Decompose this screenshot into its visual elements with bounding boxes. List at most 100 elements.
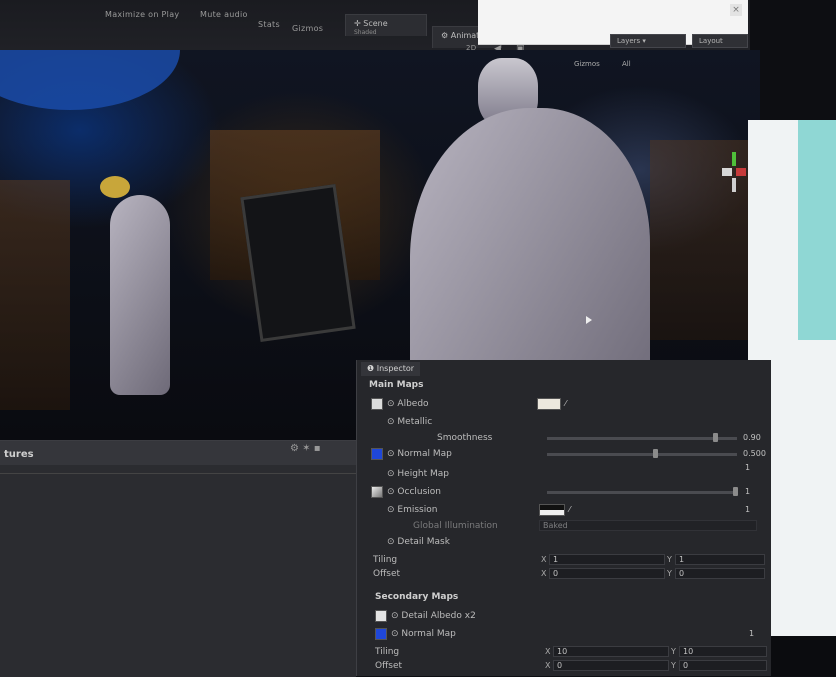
occlusion-value[interactable]: 1 [745,487,750,496]
occlusion-slider-track[interactable] [547,491,737,494]
global-illumination-label: Global Illumination [413,521,498,531]
external-window-image [798,120,836,340]
main-maps-heading: Main Maps [369,380,424,390]
scene-gizmos-dropdown[interactable]: Gizmos [574,60,600,68]
smoothness-label: Smoothness [437,433,493,443]
layout-dropdown[interactable]: Layout [692,34,748,48]
smoothness-row: Smoothness 0.90 [357,430,771,446]
normal-map-texture-slot[interactable] [371,448,383,460]
offset-y-label: Y [667,569,672,578]
height-map-label: ⊙ Height Map [387,469,450,479]
emission-label: ⊙ Emission [387,505,438,515]
project-panel: tures ⚙ ✶ ▪ [0,440,356,677]
secondary-tiling-x-field[interactable] [553,646,669,657]
tab-scene-label: Scene [363,19,388,28]
info-icon: ❶ [367,364,377,373]
tab-inspector-label: Inspector [376,364,415,373]
offset-y-field[interactable] [675,568,765,579]
offset-row: Offset X 0 Y 0 [357,566,771,582]
tiling-label: Tiling [373,555,398,565]
tiling-y-label: Y [667,555,672,564]
animator-icon: ⚙ [441,31,451,40]
secondary-offset-y-field[interactable] [679,660,767,671]
smoothness-slider-handle[interactable] [713,433,718,442]
occlusion-slider-handle[interactable] [733,487,738,496]
gizmo-y-axis [732,152,736,166]
left-wall-shelf [0,180,70,410]
secondary-tiling-x-value: 10 [557,647,568,656]
project-divider [0,473,356,474]
detail-mask-row: ⊙ Detail Mask [357,534,771,550]
gizmo-neg-axis [732,178,736,192]
occlusion-row: ⊙ Occlusion 1 [357,484,771,500]
secondary-tiling-label: Tiling [375,647,400,657]
star-icon[interactable]: ✶ [302,443,310,454]
metallic-label: ⊙ Metallic [387,417,433,427]
secondary-normal-map-texture-slot[interactable] [375,628,387,640]
normal-map-label: ⊙ Normal Map [387,449,452,459]
tiling-x-field[interactable] [549,554,665,565]
albedo-texture-slot[interactable] [371,398,383,410]
albedo-color-picker[interactable] [537,398,561,410]
secondary-tiling-x-label: X [545,647,551,656]
layers-dropdown[interactable]: Layers ▾ [610,34,686,48]
smoothness-value[interactable]: 0.90 [743,433,761,442]
tiling-y-value: 1 [679,555,685,564]
secondary-normal-map-label: ⊙ Normal Map [391,629,456,639]
detail-albedo-row: ⊙ Detail Albedo x2 [357,608,771,624]
secondary-maps-heading: Secondary Maps [375,592,459,602]
secondary-normal-map-row: ⊙ Normal Map 1 [357,626,771,642]
scene-arch [0,50,180,110]
secondary-tiling-y-label: Y [671,647,676,656]
eyedropper-icon[interactable]: ⁄ [565,399,566,408]
global-illumination-row: Global Illumination Baked [357,518,771,534]
statue-headdress [100,176,130,198]
smoothness-slider-track[interactable] [547,437,737,440]
lock-icon[interactable]: ▪ [314,443,321,454]
gizmos-dropdown[interactable]: Gizmos [292,24,323,33]
offset-y-value: 0 [679,569,685,578]
project-toolbar: ⚙ ✶ ▪ [290,443,321,454]
layers-label: Layers [617,37,641,45]
offset-x-field[interactable] [549,568,665,579]
dancer-statue[interactable] [110,195,170,395]
tab-inspector[interactable]: ❶ Inspector [361,362,421,376]
secondary-tiling-y-value: 10 [683,647,694,656]
height-map-row: ⊙ Height Map [357,466,771,482]
global-illumination-dropdown[interactable] [539,520,757,531]
secondary-offset-y-value: 0 [683,661,689,670]
maximize-on-play-toggle[interactable]: Maximize on Play [105,10,179,19]
offset-label: Offset [373,569,401,579]
mouse-cursor-icon [586,316,592,324]
stats-toggle[interactable]: Stats [258,20,280,29]
normal-map-slider-handle[interactable] [653,449,658,458]
tab-scene[interactable]: ✛ Scene Shaded [345,14,427,36]
secondary-offset-x-value: 0 [557,661,563,670]
filter-icon[interactable]: ⚙ [290,443,299,454]
secondary-offset-y-label: Y [671,661,676,670]
secondary-offset-x-label: X [545,661,551,670]
global-illumination-value: Baked [543,521,568,530]
mute-audio-toggle[interactable]: Mute audio [200,10,248,19]
secondary-normal-map-value[interactable]: 1 [749,629,754,638]
tiling-y-field[interactable] [675,554,765,565]
scene-filter-all[interactable]: All [622,60,631,68]
inspector-panel: ❶ Inspector Main Maps ⊙ Albedo ⁄ ⊙ Metal… [356,360,771,676]
close-icon[interactable]: × [730,4,742,16]
emission-color-picker[interactable] [539,504,565,516]
albedo-row: ⊙ Albedo ⁄ [357,396,771,412]
scene-orientation-gizmo[interactable] [722,152,746,196]
tiling-x-value: 1 [553,555,559,564]
normal-map-slider-track[interactable] [547,453,737,456]
shading-mode-label[interactable]: Shaded [354,29,418,36]
gizmo-x-axis [722,168,732,176]
detail-albedo-texture-slot[interactable] [375,610,387,622]
occlusion-label: ⊙ Occlusion [387,487,441,497]
detail-albedo-label: ⊙ Detail Albedo x2 [391,611,476,621]
emission-value[interactable]: 1 [745,505,750,514]
secondary-offset-x-field[interactable] [553,660,669,671]
occlusion-texture-slot[interactable] [371,486,383,498]
detail-mask-label: ⊙ Detail Mask [387,537,450,547]
emission-eyedropper-icon[interactable]: ⁄ [569,505,570,514]
normal-map-value[interactable]: 0.500 [743,449,766,458]
